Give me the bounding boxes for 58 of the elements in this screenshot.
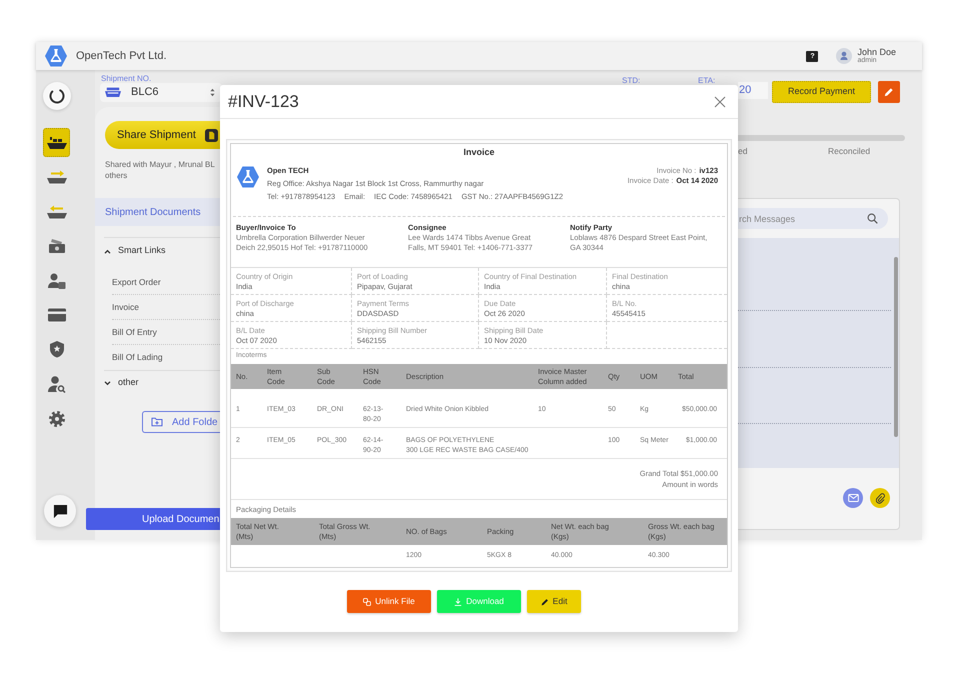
unlink-icon — [363, 598, 372, 606]
documents-header: Shipment Documents — [95, 198, 220, 226]
user-name: John Doe — [857, 47, 896, 57]
stage-label: Reconciled — [828, 145, 870, 157]
close-icon — [714, 96, 726, 108]
stage-label: ed — [738, 145, 748, 157]
upload-documents-button[interactable]: Upload Documen — [86, 508, 220, 530]
field-label: Shipment NO. — [100, 74, 152, 83]
unlink-file-button[interactable]: Unlink File — [347, 590, 431, 613]
envelope-icon — [848, 494, 858, 502]
mail-button[interactable] — [843, 488, 863, 508]
chat-icon — [52, 504, 68, 518]
card-icon — [48, 308, 66, 322]
company-name: OpenTech Pvt Ltd. — [76, 48, 166, 64]
shared-with-text: Shared with Mayur , Mrunal BL others — [105, 159, 216, 181]
avatar-icon[interactable] — [836, 48, 852, 64]
folder-plus-icon — [151, 417, 163, 427]
close-button[interactable] — [714, 96, 726, 108]
add-folder-button[interactable]: Add Folde — [142, 411, 220, 433]
folder-toggle[interactable]: other — [104, 376, 139, 390]
up-down-caret-icon — [210, 88, 215, 97]
ship-arrow-right-icon — [46, 170, 66, 184]
ship-icon — [46, 136, 66, 150]
ship-arrow-left-icon — [46, 204, 66, 218]
document-icon — [205, 128, 218, 142]
search-field[interactable]: rch Messages — [738, 208, 888, 229]
folder-toggle[interactable]: Smart Links — [104, 244, 166, 258]
caret-down-icon — [104, 380, 111, 386]
flask-hexagon-icon — [44, 44, 68, 68]
share-shipment-button[interactable]: Share Shipment — [105, 121, 220, 149]
field-label: STD: — [622, 76, 642, 85]
chat-button[interactable] — [44, 495, 76, 527]
flask-hexagon-icon — [236, 165, 260, 189]
edit-button[interactable] — [878, 81, 900, 103]
record-payment-button[interactable]: Record Payment — [772, 81, 871, 103]
search-icon[interactable] — [867, 213, 878, 224]
invoice-heading: Invoice — [462, 147, 496, 157]
paperclip-icon — [876, 492, 884, 504]
edit-button[interactable]: Edit — [527, 590, 581, 613]
pencil-icon — [540, 598, 549, 606]
field-label: ETA: — [698, 76, 716, 85]
loading-spinner-icon — [43, 82, 71, 110]
ship-icon — [105, 87, 121, 98]
date-field[interactable]: 20 — [738, 82, 768, 99]
user-search-icon — [48, 376, 66, 392]
modal-title: #INV-123 — [228, 90, 299, 113]
pencil-icon — [884, 87, 894, 97]
settings-icon — [48, 410, 64, 426]
scrollbar[interactable] — [894, 257, 898, 437]
attach-button[interactable] — [870, 488, 890, 508]
user-document-icon — [48, 272, 66, 288]
shield-star-icon — [48, 341, 64, 358]
shipment-select[interactable]: BLC6 — [100, 83, 222, 102]
file-item[interactable]: Bill Of Lading — [112, 345, 220, 370]
banknotes-icon — [48, 238, 66, 254]
download-icon — [454, 598, 462, 606]
sidebar-item[interactable] — [43, 128, 70, 157]
caret-up-icon — [104, 248, 111, 254]
